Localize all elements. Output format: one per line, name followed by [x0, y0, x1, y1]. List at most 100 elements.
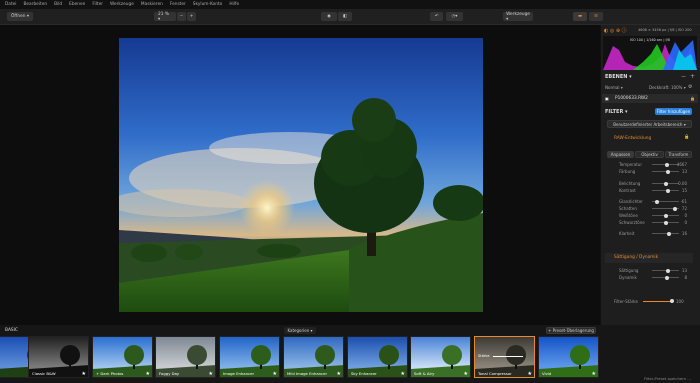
slider-knob[interactable] — [666, 188, 671, 193]
slider-knob[interactable] — [665, 275, 670, 280]
thumbnail-caption: Image Enhancer — [223, 371, 255, 376]
toolbar: Öffnen ▾ 21 % ▾ − + ◉ ◧ ↶ ◷▾ Werkzeuge ▾… — [0, 9, 700, 25]
star-icon[interactable]: ★ — [209, 371, 213, 377]
slider-value: 0 — [684, 213, 687, 218]
star-icon[interactable]: ★ — [592, 371, 596, 377]
preset-thumbnail[interactable]: Image Enhancer ★ — [219, 336, 280, 378]
filter-strength-slider[interactable] — [643, 301, 672, 302]
slider-weißtöne[interactable]: Weißtöne 0 — [619, 213, 687, 218]
slider-knob[interactable] — [664, 162, 669, 167]
menu-account[interactable]: Skylum-Konto — [193, 2, 223, 7]
menu-file[interactable]: Datei — [5, 2, 16, 7]
star-icon[interactable]: ★ — [401, 371, 405, 377]
eye-icon[interactable]: ◉ — [321, 12, 337, 21]
slider-label: Kontrast — [619, 188, 636, 193]
slider-kontrast[interactable]: Kontrast 15 — [619, 188, 687, 193]
slider-knob[interactable] — [666, 231, 671, 236]
star-icon[interactable]: ★ — [337, 371, 341, 377]
add-layer-icon[interactable]: + — [690, 73, 695, 80]
adjust-icon[interactable]: ☰ — [589, 12, 603, 21]
slider-knob[interactable] — [663, 220, 668, 225]
slider-knob[interactable] — [655, 199, 660, 204]
save-preset-link[interactable]: Filter-Preset speichern ... — [644, 376, 691, 381]
menu-edit[interactable]: Bearbeiten — [23, 2, 47, 7]
preset-thumbnail[interactable]: Foggy Day ★ — [155, 336, 216, 378]
slider-belichtung[interactable]: Belichtung 0.00 — [619, 181, 687, 186]
preset-thumbnail[interactable]: Classic B&W ★ — [28, 336, 89, 378]
layers-title[interactable]: EBENEN ▾ — [605, 74, 632, 80]
slider-label: Temperatur — [619, 162, 642, 167]
slider-dynamik[interactable]: Dynamik 8 — [619, 275, 687, 280]
star-icon[interactable]: ★ — [528, 371, 532, 377]
slider-schwarztöne[interactable]: Schwarztöne 0 — [619, 220, 687, 225]
workspace-dropdown[interactable]: Benutzerdefinierter Arbeitsbereich ▾ — [607, 120, 692, 128]
slider-glanzlichter[interactable]: Glanzlichter -61 — [619, 199, 687, 204]
panels-icon[interactable]: ▬ — [573, 12, 587, 21]
slider-value: 4667 — [676, 162, 687, 167]
slider-knob[interactable] — [672, 206, 677, 211]
slider-knob[interactable] — [663, 213, 668, 218]
category-label: BASIC — [5, 328, 18, 333]
filter-strength-knob[interactable] — [670, 299, 674, 303]
star-icon[interactable]: ★ — [82, 371, 86, 377]
zoom-out-button[interactable]: − — [177, 12, 186, 21]
saturation-title[interactable]: Sättigung / Dynamik — [614, 255, 658, 260]
zoom-in-button[interactable]: + — [187, 12, 196, 21]
slider-knob[interactable] — [663, 181, 668, 186]
tab-lens[interactable]: Objektiv — [635, 151, 664, 158]
menu-tools[interactable]: Werkzeuge — [110, 2, 134, 7]
opacity-dropdown[interactable]: Deckkraft: 100% ▾ — [649, 85, 686, 90]
menu-filter[interactable]: Filter — [92, 2, 103, 7]
slider-label: Belichtung — [619, 181, 641, 186]
menubar: Datei Bearbeiten Bild Ebenen Filter Werk… — [0, 0, 700, 9]
slider-klarheit[interactable]: Klarheit 16 — [619, 231, 687, 236]
star-icon[interactable]: ★ — [273, 371, 277, 377]
open-button[interactable]: Öffnen ▾ — [7, 12, 33, 21]
preset-thumbnail[interactable]: Mild Image Enhancer ★ — [283, 336, 344, 378]
categories-dropdown[interactable]: Kategorien ▾ — [284, 327, 316, 334]
minus-icon[interactable]: − — [681, 73, 686, 80]
preset-thumbnail[interactable]: Tonal Compressor ★ Stärke — [474, 336, 535, 378]
tab-adjust[interactable]: Anpassen — [607, 151, 634, 158]
menu-mask[interactable]: Maskieren — [141, 2, 163, 7]
slider-label: Glanzlichter — [619, 199, 643, 204]
raw-lock-icon: 🔒 — [684, 135, 690, 140]
undo-icon[interactable]: ↶ — [430, 12, 443, 21]
thumbnail-caption: Tonal Compressor — [478, 371, 512, 376]
preset-thumbnail[interactable]: Soft & Airy ★ — [410, 336, 471, 378]
slider-temperatur[interactable]: Temperatur 4667 — [619, 162, 687, 167]
star-icon[interactable]: ★ — [464, 371, 468, 377]
add-filter-button[interactable]: Filter hinzufügen — [655, 108, 692, 115]
slider-knob[interactable] — [666, 169, 671, 174]
preset-thumbnail[interactable]: Sky Enhancer ★ — [347, 336, 408, 378]
menu-window[interactable]: Fenster — [170, 2, 186, 7]
slider-label: Weißtöne — [619, 213, 638, 218]
gear-icon[interactable]: ⚙ — [688, 84, 692, 90]
layer-icon: ▣ — [605, 96, 609, 101]
slider-schatten[interactable]: Schatten 72 — [619, 206, 687, 211]
star-icon[interactable]: ★ — [146, 371, 150, 377]
slider-sättigung[interactable]: Sättigung 13 — [619, 268, 687, 273]
menu-help[interactable]: Hilfe — [229, 2, 239, 7]
tools-dropdown[interactable]: Werkzeuge ▾ — [503, 12, 533, 22]
history-icon[interactable]: ◷▾ — [446, 12, 463, 21]
thumbnail-strength-label: Stärke — [478, 354, 490, 358]
slider-value: 16 — [681, 231, 687, 236]
zoom-dropdown[interactable]: 21 % ▾ — [154, 12, 176, 22]
preset-thumbnail[interactable]: + Dark Photos ★ — [92, 336, 153, 378]
menu-image[interactable]: Bild — [54, 2, 62, 7]
raw-development-title[interactable]: RAW-Entwicklung — [614, 136, 651, 141]
compare-icon[interactable]: ◧ — [338, 12, 352, 21]
thumbnail-strength-slider[interactable] — [493, 356, 523, 357]
image-canvas[interactable] — [0, 25, 600, 325]
slider-track[interactable] — [652, 233, 679, 234]
preset-overlay-button[interactable]: + Preset-Überlagerung — [546, 327, 596, 334]
blend-mode[interactable]: Normal ▾ — [605, 85, 623, 90]
menu-layers[interactable]: Ebenen — [69, 2, 85, 7]
slider-knob[interactable] — [666, 268, 671, 273]
slider-färbung[interactable]: Färbung 13 — [619, 169, 687, 174]
preset-thumbnail[interactable]: Vivid ★ — [538, 336, 599, 378]
filter-strength-value: 100 — [676, 299, 684, 304]
tab-transform[interactable]: Transform — [665, 151, 692, 158]
filter-title[interactable]: FILTER ▾ — [605, 109, 628, 115]
